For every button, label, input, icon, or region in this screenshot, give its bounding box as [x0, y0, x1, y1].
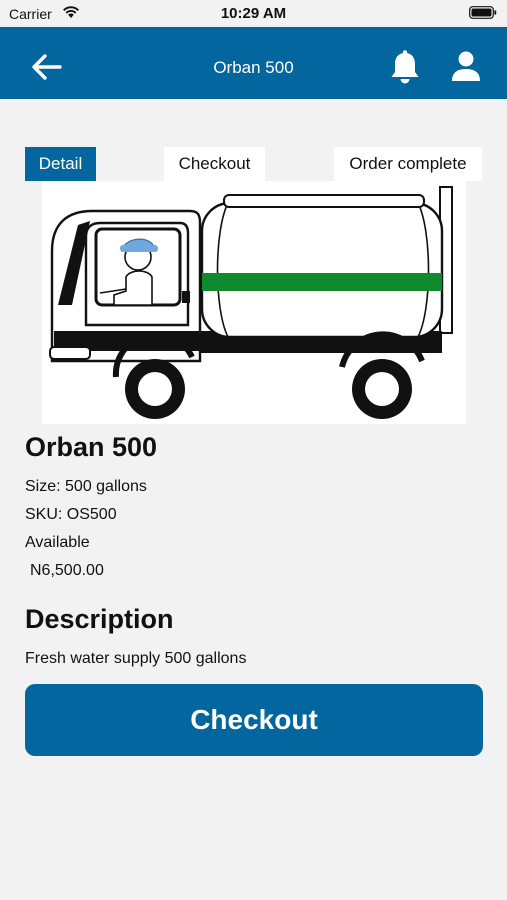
notifications-button[interactable]	[385, 47, 425, 87]
profile-button[interactable]	[446, 47, 486, 87]
bell-icon	[391, 50, 419, 84]
product-size: Size: 500 gallons	[25, 478, 147, 495]
battery-icon	[469, 6, 497, 24]
step-order-complete[interactable]: Order complete	[334, 147, 482, 181]
step-detail[interactable]: Detail	[25, 147, 96, 181]
product-price: N6,500.00	[30, 562, 104, 579]
product-image	[42, 181, 466, 424]
user-icon	[452, 51, 480, 81]
availability-status: Available	[25, 534, 90, 551]
water-tanker-truck-illustration	[49, 186, 453, 419]
step-checkout[interactable]: Checkout	[164, 147, 265, 181]
page-title: Orban 500	[213, 58, 294, 77]
checkout-button[interactable]: Checkout	[25, 684, 483, 756]
description-text: Fresh water supply 500 gallons	[25, 650, 247, 667]
status-bar: Carrier 10:29 AM	[0, 0, 507, 27]
description-heading: Description	[25, 604, 174, 634]
clock-time: 10:29 AM	[220, 5, 287, 22]
product-name: Orban 500	[25, 432, 158, 462]
app-header: Orban 500	[0, 27, 507, 99]
product-sku: SKU: OS500	[25, 506, 117, 523]
